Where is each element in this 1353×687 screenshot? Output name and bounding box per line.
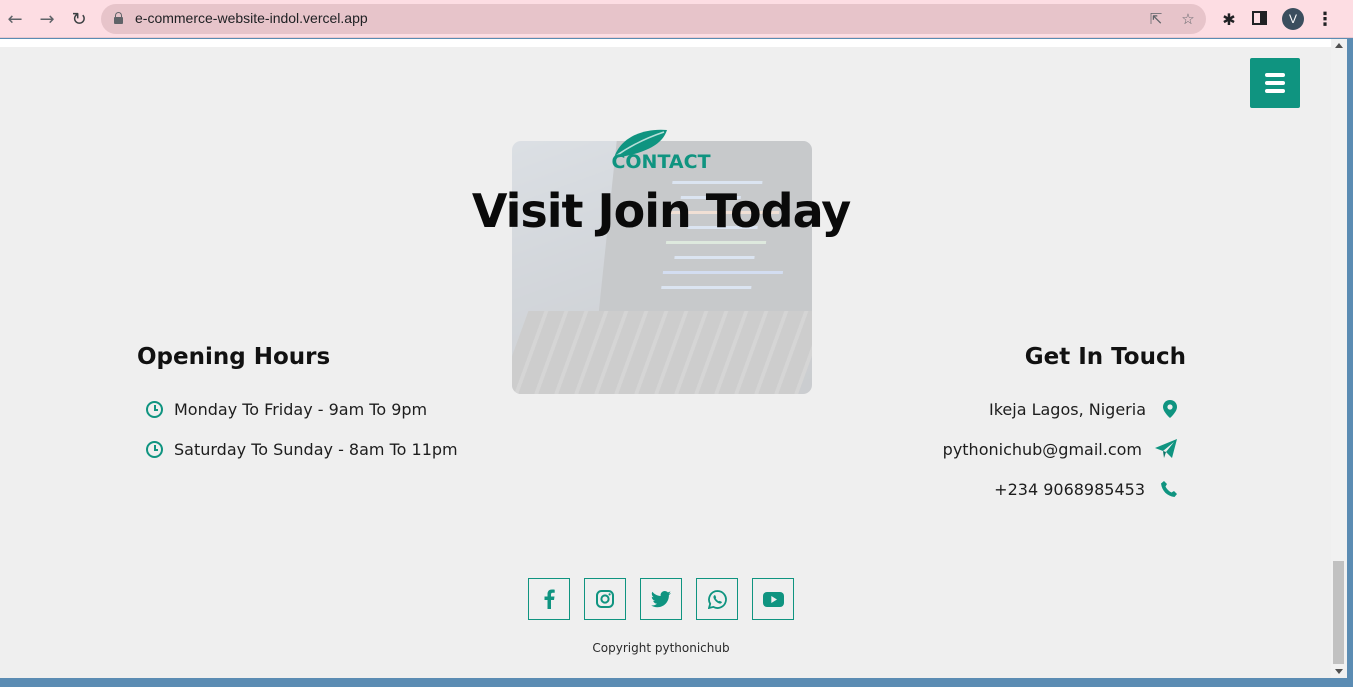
hours-row: Monday To Friday - 9am To 9pm	[146, 398, 427, 420]
phone-text[interactable]: +234 9068985453	[994, 480, 1145, 499]
extensions-puzzle-icon[interactable]: ✱	[1219, 9, 1239, 29]
scrollbar-thumb[interactable]	[1333, 561, 1344, 664]
twitter-link[interactable]	[640, 578, 682, 620]
email-text[interactable]: pythonichub@gmail.com	[943, 440, 1142, 459]
desktop-edge	[1347, 39, 1353, 687]
facebook-link[interactable]	[528, 578, 570, 620]
laptop-keyboard	[512, 311, 812, 394]
section-label: CONTACT	[611, 151, 711, 173]
hours-text: Monday To Friday - 9am To 9pm	[174, 399, 428, 419]
page-viewport: CONTACT Visit Join Today Opening Hours M…	[0, 39, 1331, 678]
address-bar[interactable]: e-commerce-website-indol.vercel.app ⇱ ☆	[101, 4, 1206, 34]
hours-row: Saturday To Sunday - 8am To 11pm	[146, 438, 458, 460]
phone-icon	[1158, 478, 1180, 500]
scroll-up-arrow-icon[interactable]	[1335, 43, 1343, 48]
share-icon[interactable]: ⇱	[1146, 9, 1166, 29]
menu-bar-icon	[1265, 73, 1285, 77]
contact-row-email: pythonichub@gmail.com	[943, 438, 1177, 460]
bookmark-star-icon[interactable]: ☆	[1178, 9, 1198, 29]
profile-avatar[interactable]: V	[1282, 8, 1304, 30]
browser-menu-icon[interactable]: ⋮	[1316, 9, 1334, 30]
section-title: Visit Join Today	[471, 184, 851, 238]
menu-bar-icon	[1265, 81, 1285, 85]
forward-arrow-icon[interactable]: →	[35, 7, 59, 31]
menu-bar-icon	[1265, 89, 1285, 93]
social-links	[528, 578, 794, 620]
facebook-icon	[544, 589, 555, 609]
scroll-down-arrow-icon[interactable]	[1335, 669, 1343, 674]
header-strip	[0, 39, 1331, 47]
map-marker-icon	[1159, 398, 1181, 420]
get-in-touch-title: Get In Touch	[1024, 344, 1186, 370]
vertical-scrollbar[interactable]	[1331, 39, 1347, 678]
clock-icon	[146, 440, 163, 458]
url-text[interactable]: e-commerce-website-indol.vercel.app	[135, 10, 368, 26]
hamburger-menu-button[interactable]	[1250, 58, 1300, 108]
taskbar-edge	[0, 678, 1353, 687]
paper-plane-icon	[1155, 438, 1177, 460]
youtube-icon	[762, 591, 784, 607]
hours-text: Saturday To Sunday - 8am To 11pm	[174, 439, 458, 459]
whatsapp-link[interactable]	[696, 578, 738, 620]
twitter-icon	[651, 590, 671, 607]
instagram-icon	[596, 590, 614, 608]
youtube-link[interactable]	[752, 578, 794, 620]
clock-icon	[146, 400, 163, 418]
opening-hours-title: Opening Hours	[137, 344, 331, 370]
instagram-link[interactable]	[584, 578, 626, 620]
whatsapp-icon	[707, 589, 727, 609]
side-panel-icon[interactable]	[1252, 11, 1267, 25]
browser-toolbar: ← → ↻ e-commerce-website-indol.vercel.ap…	[0, 0, 1353, 38]
address-text: Ikeja Lagos, Nigeria	[988, 399, 1146, 419]
lock-icon[interactable]	[114, 12, 123, 24]
copyright-text: Copyright pythonichub	[592, 641, 730, 655]
back-arrow-icon[interactable]: ←	[3, 7, 27, 31]
contact-row-address: Ikeja Lagos, Nigeria	[989, 398, 1181, 420]
contact-row-phone: +234 9068985453	[994, 478, 1180, 500]
laptop-background-image	[512, 141, 812, 394]
reload-icon[interactable]: ↻	[67, 7, 91, 31]
